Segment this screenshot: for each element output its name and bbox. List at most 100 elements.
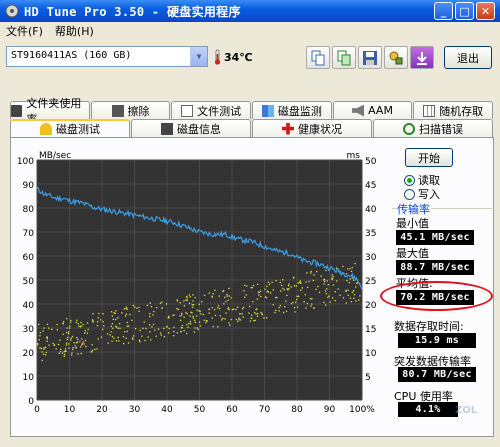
access-time-point (224, 318, 226, 320)
min-value: 45.1 MB/sec (396, 230, 474, 245)
access-time-point (46, 336, 48, 338)
exit-button[interactable]: 退出 (444, 46, 492, 69)
access-time-point (347, 289, 349, 291)
access-time-point (144, 339, 146, 342)
access-time-point (323, 283, 325, 285)
x-tick-label: 40 (161, 405, 173, 415)
access-time-point (79, 341, 81, 343)
access-time-point (223, 303, 225, 305)
access-time-point (349, 268, 351, 270)
tab-aam[interactable]: AAM (332, 101, 413, 119)
tabs-bottom-row: 磁盘测试 磁盘信息 健康状况 扫描错误 (10, 119, 494, 137)
copy-text-button[interactable] (306, 46, 330, 69)
options-button[interactable] (384, 46, 408, 69)
access-time-point (52, 342, 54, 345)
tab-health[interactable]: 健康状况 (252, 119, 372, 137)
start-button[interactable]: 开始 (405, 148, 453, 167)
access-time-point (113, 312, 115, 314)
minimize-button[interactable]: _ (434, 2, 453, 20)
access-time-point (138, 339, 141, 341)
watermark: ZOL (454, 405, 478, 416)
access-time-point (293, 276, 295, 278)
tab-benchmark[interactable]: 磁盘测试 (10, 119, 130, 137)
access-time-point (332, 275, 334, 278)
access-time-point (290, 286, 292, 288)
close-button[interactable]: ✕ (476, 2, 495, 20)
x-tick-label: 90 (324, 405, 336, 415)
access-time-point (129, 313, 131, 316)
radio-write[interactable]: 写入 (404, 186, 440, 202)
access-time-point (77, 353, 79, 355)
tab-info[interactable]: 磁盘信息 (131, 119, 251, 137)
access-time-point (138, 306, 140, 308)
access-time-point (217, 305, 220, 307)
access-time-point (165, 303, 168, 305)
app-icon (5, 4, 19, 18)
access-time-point (56, 323, 58, 326)
menu-file[interactable]: 文件(F) (0, 23, 49, 39)
access-time-point (115, 340, 118, 342)
access-time-point (301, 287, 303, 289)
access-time-point (186, 313, 188, 315)
access-time-point (149, 331, 151, 333)
access-time-point (41, 351, 43, 353)
access-time-point (81, 343, 83, 345)
access-time-point (84, 330, 86, 332)
chevron-down-icon[interactable]: ▼ (190, 47, 207, 66)
access-time-point (67, 333, 70, 335)
access-time-point (318, 291, 321, 293)
access-time-point (145, 327, 147, 330)
x-tick-label: 10 (64, 405, 76, 415)
access-time-point (226, 295, 228, 297)
access-time-point (173, 331, 175, 333)
access-time-point (180, 327, 182, 329)
access-time-point (70, 337, 72, 339)
access-time-point (323, 279, 325, 281)
download-button[interactable] (410, 46, 434, 69)
access-time-point (228, 287, 230, 290)
y-right-tick-label: 10 (365, 349, 377, 359)
access-time-point (98, 312, 100, 315)
access-time-point (134, 306, 136, 308)
access-time-point (202, 313, 204, 316)
access-time-point (153, 310, 155, 313)
tab-file-benchmark[interactable]: 文件测试 (171, 101, 252, 119)
access-time-point (91, 319, 94, 321)
access-time-point (151, 326, 153, 328)
y-right-tick-label: 30 (365, 253, 377, 263)
access-time-point (354, 262, 356, 265)
access-time-point (177, 308, 179, 311)
access-time-point (68, 327, 71, 329)
access-time-point (181, 312, 183, 315)
drive-select[interactable]: ST9160411AS (160 GB) ▼ (6, 46, 208, 67)
access-time-point (351, 291, 353, 293)
tab-error-scan[interactable]: 扫描错误 (373, 119, 493, 137)
access-time-point (191, 312, 193, 314)
copy-screen-button[interactable] (332, 46, 356, 69)
save-button[interactable] (358, 46, 382, 69)
access-time-point (51, 328, 53, 330)
access-time-point (39, 332, 41, 334)
maximize-button[interactable]: □ (455, 2, 474, 20)
access-time-value: 15.9 ms (398, 333, 476, 348)
access-time-point (66, 327, 68, 329)
access-time-point (315, 288, 317, 291)
access-time-point (284, 306, 286, 308)
access-time-point (245, 294, 247, 296)
access-time-point (242, 316, 244, 318)
access-time-point (82, 324, 84, 326)
tab-disk-monitor[interactable]: 磁盘监测 (252, 101, 332, 119)
access-time-point (353, 279, 355, 281)
tab-folder-usage[interactable]: 文件夹使用率 (10, 97, 90, 126)
access-time-point (188, 294, 190, 296)
access-time-point (191, 304, 193, 306)
access-time-point (103, 325, 105, 327)
menu-help[interactable]: 帮助(H) (49, 23, 100, 39)
access-time-point (115, 318, 117, 321)
tab-random-access[interactable]: 随机存取 (413, 101, 494, 119)
temperature-readout: 34℃ (214, 49, 253, 65)
tab-erase[interactable]: 擦除 (90, 101, 171, 119)
access-time-point (117, 317, 119, 319)
menu-bar: 文件(F) 帮助(H) (0, 22, 500, 40)
x-tick-label: 20 (96, 405, 108, 415)
